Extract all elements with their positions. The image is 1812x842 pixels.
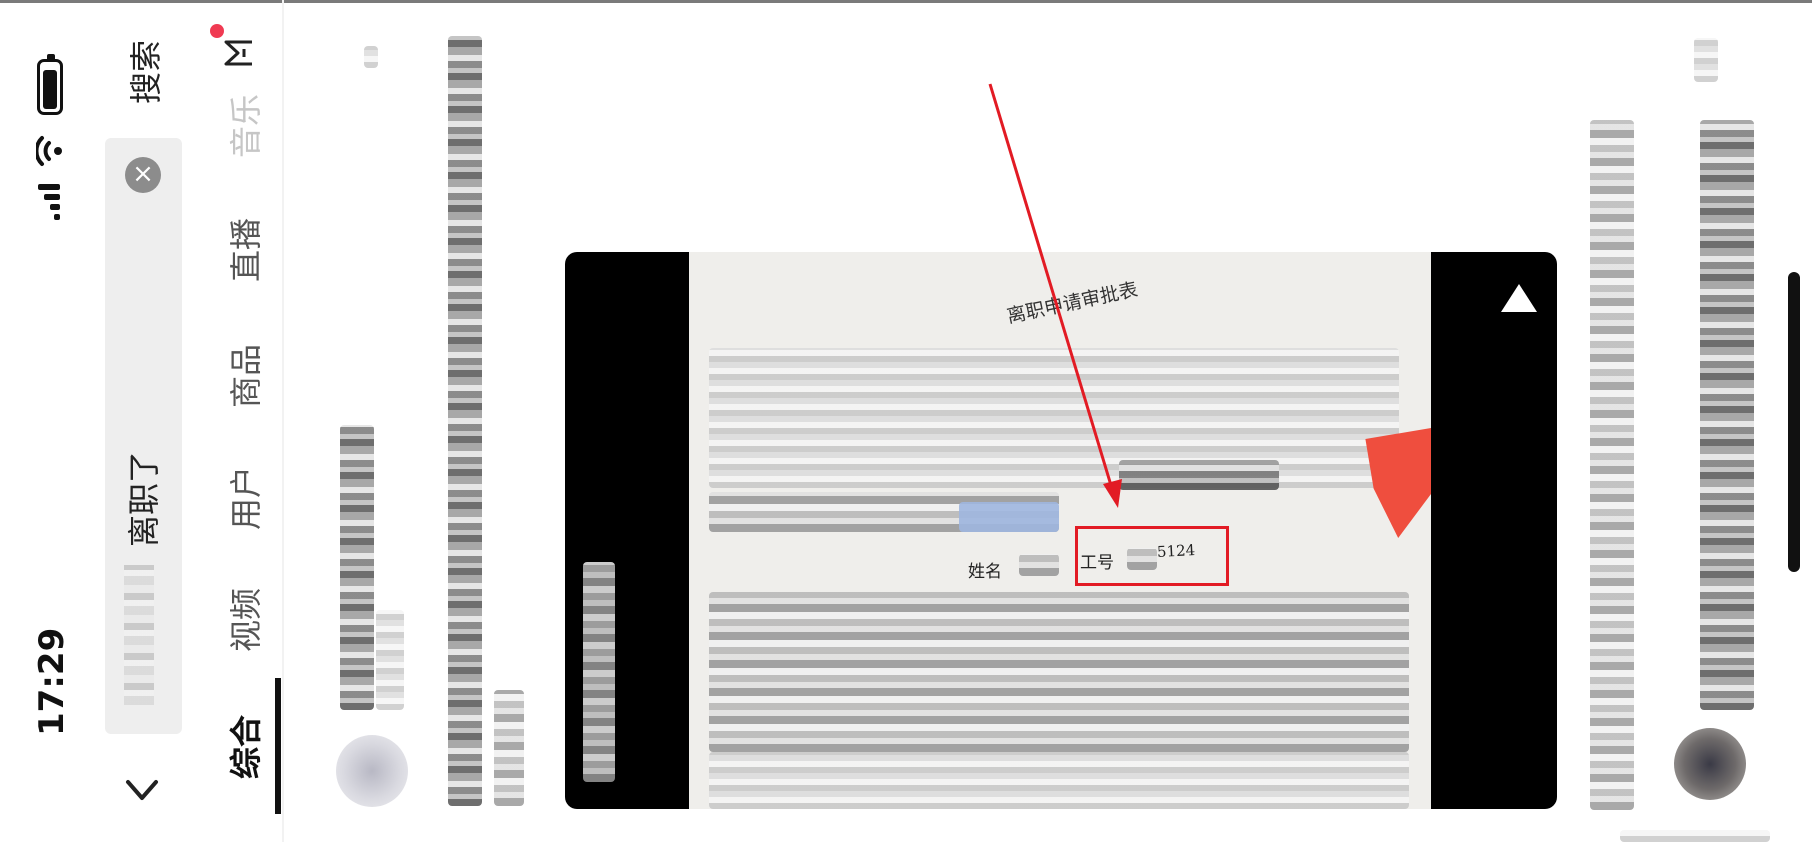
right-result-title-blurred[interactable] <box>1590 120 1634 810</box>
document-body-blurred <box>709 592 1409 752</box>
tab-video[interactable]: 视频 <box>226 584 266 656</box>
tab-users[interactable]: 用户 <box>226 462 266 534</box>
blue-stamp-blurred <box>959 502 1059 532</box>
search-query-text[interactable]: 离职了 <box>124 427 164 571</box>
right-result-caption-blurred[interactable] <box>1700 120 1754 710</box>
document-photo: 离职申请审批表 姓名 工号 5124 <box>689 252 1431 809</box>
active-tab-indicator <box>275 678 281 814</box>
right-footer-blurred <box>1620 830 1770 842</box>
notification-dot <box>210 24 224 38</box>
document-bottom-blurred <box>709 752 1409 809</box>
tab-products[interactable]: 商品 <box>226 340 266 412</box>
clear-search-icon[interactable]: × <box>125 157 161 193</box>
back-chevron-icon[interactable] <box>124 772 160 808</box>
tab-music[interactable]: 音乐 <box>226 90 266 162</box>
name-value-blurred <box>1019 554 1059 576</box>
tab-live[interactable]: 直播 <box>226 214 266 286</box>
author-avatar[interactable] <box>336 735 408 807</box>
post-caption-line1-blurred[interactable] <box>448 36 482 806</box>
document-heading-blurred <box>1119 460 1279 490</box>
collapse-triangle-icon[interactable] <box>1499 282 1539 314</box>
search-query-history-blur <box>124 565 154 705</box>
scroll-indicator[interactable] <box>1788 272 1800 572</box>
tab-comprehensive[interactable]: 综合 <box>226 711 266 783</box>
tabs-divider <box>282 0 284 842</box>
author-name-blurred[interactable] <box>340 425 374 710</box>
top-edge <box>0 0 1812 3</box>
wifi-icon <box>36 136 62 166</box>
search-button[interactable]: 搜索 <box>126 36 166 108</box>
status-time: 17:29 <box>32 627 72 736</box>
filter-icon[interactable] <box>222 38 256 68</box>
top-marker-blurred <box>364 46 378 68</box>
form-title: 离职申请审批表 <box>1005 278 1140 328</box>
post-caption-line2-blurred[interactable] <box>494 690 524 806</box>
name-label: 姓名 <box>968 562 1002 582</box>
battery-icon <box>37 54 63 115</box>
post-date-blurred <box>376 610 404 710</box>
signal-icon <box>38 184 60 220</box>
document-table-blurred <box>709 348 1399 488</box>
video-thumbnail[interactable]: 离职申请审批表 姓名 工号 5124 <box>565 252 1557 809</box>
right-author-avatar[interactable] <box>1674 728 1746 800</box>
highlight-box <box>1075 526 1229 586</box>
right-result-marker-blurred <box>1694 38 1718 82</box>
video-overlay-text-blurred <box>583 562 615 782</box>
